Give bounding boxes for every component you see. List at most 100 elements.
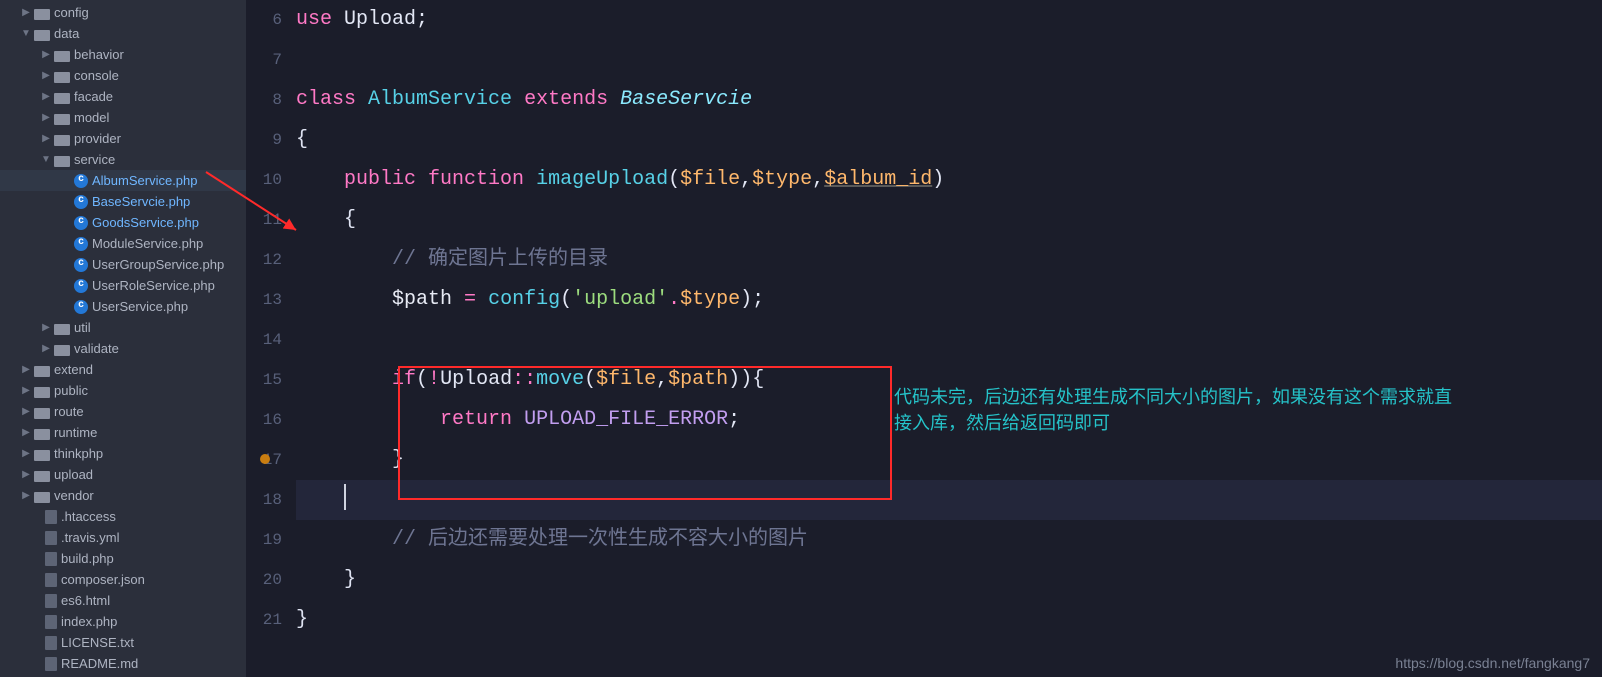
- tree-item-label: data: [54, 26, 79, 41]
- tree-item[interactable]: es6.html: [0, 590, 246, 611]
- chevron-icon[interactable]: ▶: [20, 406, 32, 417]
- tree-item[interactable]: index.php: [0, 611, 246, 632]
- code-line[interactable]: class AlbumService extends BaseServcie: [296, 80, 1602, 120]
- chevron-icon[interactable]: ▶: [20, 490, 32, 501]
- chevron-icon[interactable]: ▶: [40, 343, 52, 354]
- tree-item-label: LICENSE.txt: [61, 635, 134, 650]
- php-icon: [74, 237, 88, 251]
- tree-item[interactable]: ▶util: [0, 317, 246, 338]
- tree-item[interactable]: BaseServcie.php: [0, 191, 246, 212]
- line-number: 9: [246, 120, 296, 160]
- tree-item-label: validate: [74, 341, 119, 356]
- tree-item[interactable]: build.php: [0, 548, 246, 569]
- tree-item[interactable]: UserGroupService.php: [0, 254, 246, 275]
- chevron-icon[interactable]: ▶: [40, 70, 52, 81]
- code-line[interactable]: use Upload;: [296, 0, 1602, 40]
- folder-icon: [54, 114, 70, 125]
- chevron-icon[interactable]: ▶: [20, 385, 32, 396]
- php-icon: [74, 195, 88, 209]
- chevron-icon[interactable]: ▶: [40, 322, 52, 333]
- chevron-icon[interactable]: ▶: [20, 364, 32, 375]
- chevron-icon[interactable]: ▶: [20, 7, 32, 18]
- tree-item[interactable]: ▶ console: [0, 65, 246, 86]
- tree-item-label: config: [54, 5, 89, 20]
- tree-item[interactable]: ▶thinkphp: [0, 443, 246, 464]
- tree-item-label: model: [74, 110, 109, 125]
- tree-item[interactable]: ▶vendor: [0, 485, 246, 506]
- line-number: 15: [246, 360, 296, 400]
- tree-item[interactable]: .travis.yml: [0, 527, 246, 548]
- file-icon: [45, 573, 57, 587]
- code-line[interactable]: }: [296, 440, 1602, 480]
- tree-item[interactable]: ▶ model: [0, 107, 246, 128]
- chevron-icon[interactable]: ▶: [40, 112, 52, 123]
- chevron-icon[interactable]: ▶: [40, 91, 52, 102]
- tree-item-label: service: [74, 152, 115, 167]
- tree-item[interactable]: ▶ validate: [0, 338, 246, 359]
- code-line[interactable]: [296, 320, 1602, 360]
- tree-item[interactable]: ▼ service: [0, 149, 246, 170]
- tree-item[interactable]: ▼ data: [0, 23, 246, 44]
- code-line[interactable]: $path = config('upload'.$type);: [296, 280, 1602, 320]
- code-line[interactable]: }: [296, 560, 1602, 600]
- tree-item-label: composer.json: [61, 572, 145, 587]
- tree-item-label: UserService.php: [92, 299, 188, 314]
- tree-item-label: UserGroupService.php: [92, 257, 224, 272]
- tree-item[interactable]: ▶provider: [0, 128, 246, 149]
- tree-item[interactable]: README.md: [0, 653, 246, 674]
- php-icon: [74, 216, 88, 230]
- php-icon: [74, 258, 88, 272]
- folder-icon: [34, 30, 50, 41]
- tree-item[interactable]: ▶ config: [0, 2, 246, 23]
- chevron-icon[interactable]: ▶: [40, 133, 52, 144]
- code-area[interactable]: use Upload; class AlbumService extends B…: [296, 0, 1602, 677]
- code-line[interactable]: // 后边还需要处理一次性生成不容大小的图片: [296, 520, 1602, 560]
- tree-item[interactable]: AlbumService.php: [0, 170, 246, 191]
- tree-item[interactable]: ▶ facade: [0, 86, 246, 107]
- tree-item[interactable]: UserService.php: [0, 296, 246, 317]
- folder-icon: [54, 72, 70, 83]
- tree-item[interactable]: ▶public: [0, 380, 246, 401]
- tree-item[interactable]: .htaccess: [0, 506, 246, 527]
- chevron-icon[interactable]: ▶: [20, 427, 32, 438]
- chevron-icon[interactable]: ▶: [20, 469, 32, 480]
- tree-item[interactable]: ▶ behavior: [0, 44, 246, 65]
- file-icon: [45, 531, 57, 545]
- file-icon: [45, 510, 57, 524]
- tree-item-label: console: [74, 68, 119, 83]
- folder-icon: [34, 429, 50, 440]
- code-line[interactable]: public function imageUpload($file,$type,…: [296, 160, 1602, 200]
- tree-item[interactable]: ▶extend: [0, 359, 246, 380]
- line-number: 7: [246, 40, 296, 80]
- project-tree-sidebar[interactable]: ▶config▼data▶behavior▶console▶facade▶mod…: [0, 0, 246, 677]
- tree-item[interactable]: ModuleService.php: [0, 233, 246, 254]
- tree-item[interactable]: ▶runtime: [0, 422, 246, 443]
- code-line-current[interactable]: [296, 480, 1602, 520]
- line-number: 21: [246, 600, 296, 640]
- tree-item-label: es6.html: [61, 593, 110, 608]
- code-line[interactable]: // 确定图片上传的目录: [296, 240, 1602, 280]
- tree-item-label: behavior: [74, 47, 124, 62]
- tree-item[interactable]: ▶route: [0, 401, 246, 422]
- code-line[interactable]: }: [296, 600, 1602, 640]
- tree-item[interactable]: composer.json: [0, 569, 246, 590]
- code-editor[interactable]: 6789101112131415161718192021 use Upload;…: [246, 0, 1602, 677]
- line-number: 12: [246, 240, 296, 280]
- tree-item[interactable]: GoodsService.php: [0, 212, 246, 233]
- chevron-icon[interactable]: ▼: [20, 28, 32, 39]
- tree-item[interactable]: LICENSE.txt: [0, 632, 246, 653]
- tree-item[interactable]: UserRoleService.php: [0, 275, 246, 296]
- chevron-icon[interactable]: ▼: [40, 154, 52, 165]
- line-number: 19: [246, 520, 296, 560]
- file-icon: [45, 594, 57, 608]
- annotation-text: 代码未完，后边还有处理生成不同大小的图片，如果没有这个需求就直接入库，然后给返回…: [894, 384, 1454, 436]
- chevron-icon[interactable]: ▶: [20, 448, 32, 459]
- code-line[interactable]: {: [296, 200, 1602, 240]
- code-line[interactable]: {: [296, 120, 1602, 160]
- tree-item-label: facade: [74, 89, 113, 104]
- tree-item[interactable]: ▶upload: [0, 464, 246, 485]
- chevron-icon[interactable]: ▶: [40, 49, 52, 60]
- tree-item-label: index.php: [61, 614, 117, 629]
- code-line[interactable]: [296, 40, 1602, 80]
- line-number: 17: [246, 440, 296, 480]
